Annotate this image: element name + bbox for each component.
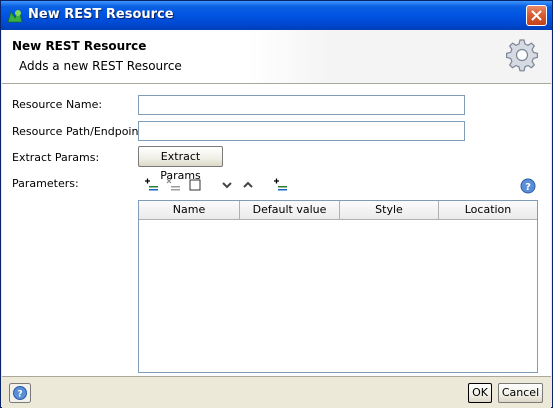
gear-icon <box>506 39 538 72</box>
cancel-button[interactable]: Cancel <box>498 383 543 403</box>
header-description: Adds a new REST Resource <box>19 59 182 73</box>
close-button[interactable] <box>526 5 547 26</box>
clear-icon[interactable] <box>187 177 203 193</box>
footer-help-button[interactable]: ? <box>9 383 31 403</box>
dialog-header: New REST Resource Adds a new REST Resour… <box>2 30 551 84</box>
parameters-label: Parameters: <box>12 177 79 190</box>
resource-path-label: Resource Path/Endpoint: <box>12 125 147 138</box>
resource-name-label: Resource Name: <box>12 98 103 111</box>
resource-path-input[interactable] <box>138 121 465 141</box>
title-bar[interactable]: New REST Resource <box>1 1 552 30</box>
parameters-table[interactable]: Name Default value Style Location <box>138 200 538 373</box>
help-icon[interactable]: ? <box>520 178 536 194</box>
extract-params-label: Extract Params: <box>12 151 100 164</box>
dialog-window: New REST Resource New REST Resource Adds… <box>0 0 553 408</box>
column-header-name[interactable]: Name <box>139 201 240 219</box>
svg-text:?: ? <box>17 390 22 400</box>
svg-text:?: ? <box>525 182 531 193</box>
move-up-icon[interactable] <box>240 177 256 193</box>
remove-param-icon[interactable] <box>165 177 181 193</box>
add-param-icon[interactable] <box>143 177 159 193</box>
ok-button[interactable]: OK <box>468 383 492 403</box>
window-title: New REST Resource <box>28 7 174 22</box>
dialog-footer: ? OK Cancel <box>2 376 551 408</box>
close-icon <box>531 10 542 21</box>
add-from-uri-icon[interactable] <box>272 177 288 193</box>
table-header: Name Default value Style Location <box>139 201 537 220</box>
extract-params-button[interactable]: Extract Params <box>138 146 223 182</box>
column-header-default-value[interactable]: Default value <box>240 201 340 219</box>
column-header-location[interactable]: Location <box>439 201 537 219</box>
resource-name-input[interactable] <box>138 95 465 115</box>
column-header-style[interactable]: Style <box>340 201 439 219</box>
move-down-icon[interactable] <box>219 177 235 193</box>
header-title: New REST Resource <box>12 39 147 53</box>
app-logo-icon <box>7 8 23 23</box>
